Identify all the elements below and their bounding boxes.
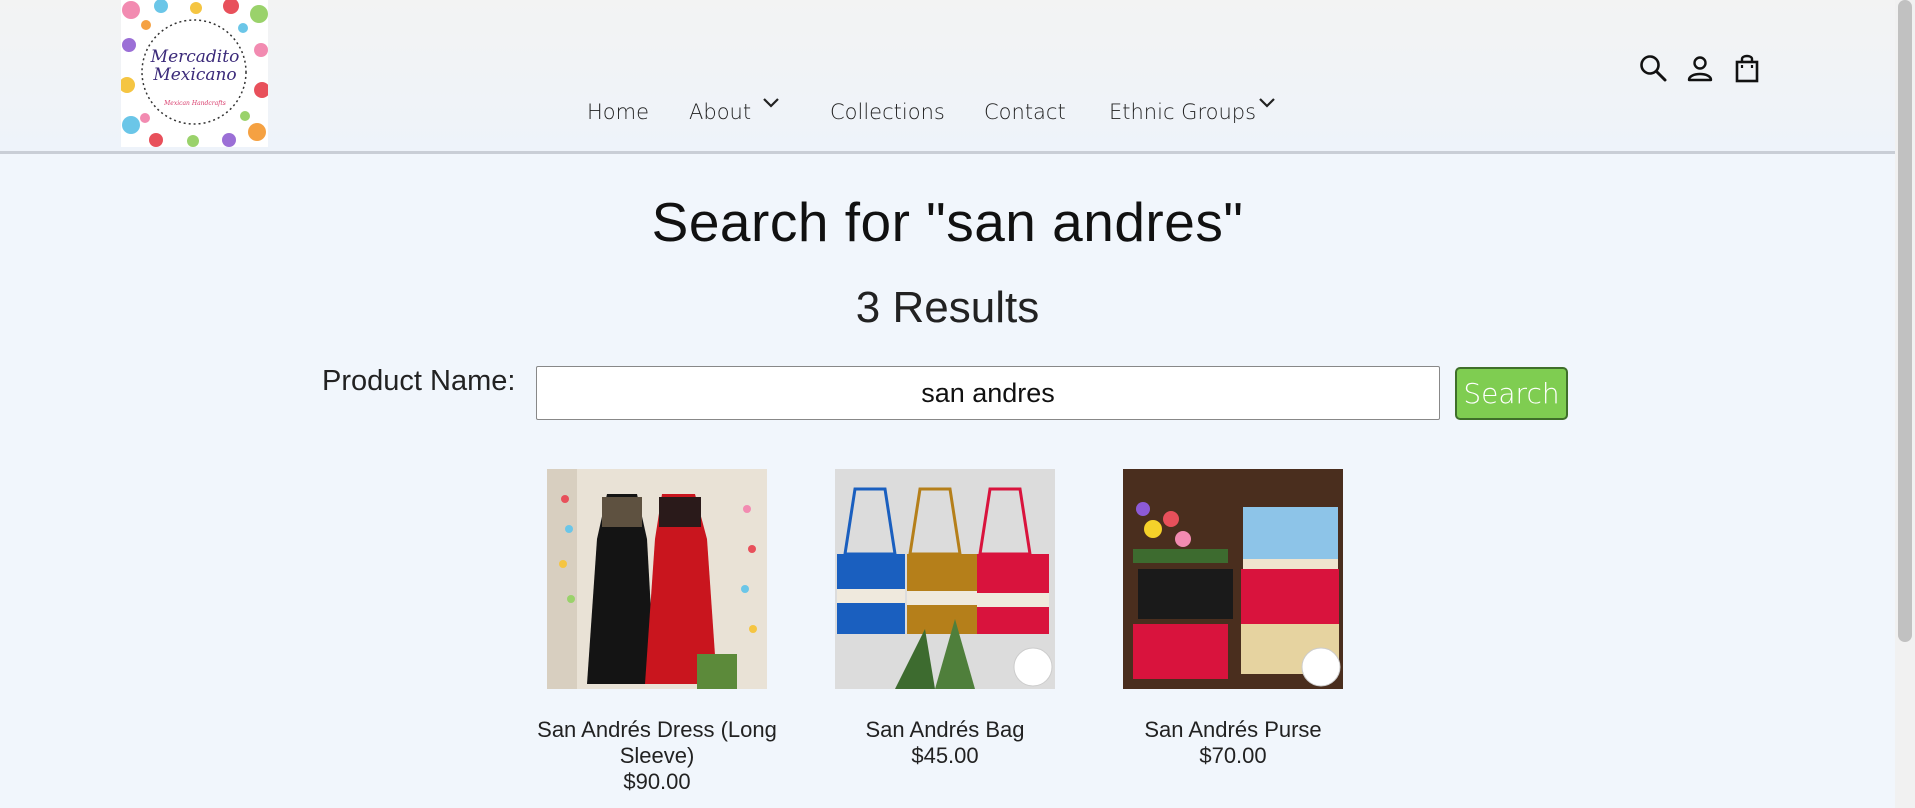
- nav-home-label: Home: [587, 100, 650, 124]
- product-price: $45.00: [911, 743, 979, 768]
- product-card-dress[interactable]: San Andrés Dress (Long Sleeve) $90.00: [522, 469, 792, 795]
- cart-icon[interactable]: [1731, 52, 1763, 84]
- page-scrollbar[interactable]: [1895, 0, 1915, 808]
- product-price: $90.00: [623, 769, 691, 794]
- nav-about[interactable]: About: [689, 98, 779, 124]
- nav-contact-label: Contact: [984, 100, 1066, 124]
- product-image[interactable]: [1123, 469, 1343, 689]
- product-card-purse[interactable]: San Andrés Purse $70.00: [1098, 469, 1368, 769]
- nav-home[interactable]: Home: [587, 100, 649, 124]
- chevron-down-icon[interactable]: [1257, 96, 1277, 110]
- product-card-bag[interactable]: San Andrés Bag $45.00: [810, 469, 1080, 769]
- nav-ethnic-groups-label: Ethnic Groups: [1109, 100, 1257, 124]
- product-name[interactable]: San Andrés Dress (Long Sleeve): [522, 717, 792, 769]
- nav-about-label: About: [689, 100, 752, 124]
- scrollbar-thumb[interactable]: [1898, 0, 1912, 642]
- product-name[interactable]: San Andrés Purse: [1098, 717, 1368, 743]
- nav-collections[interactable]: Collections: [830, 100, 945, 124]
- bag-image: [835, 469, 1055, 689]
- product-price: $70.00: [1199, 743, 1267, 768]
- product-name-label: Product Name:: [322, 365, 516, 397]
- chevron-down-icon[interactable]: [761, 96, 781, 110]
- product-name[interactable]: San Andrés Bag: [810, 717, 1080, 743]
- logo-text: Mercadito Mexicano: [150, 47, 240, 85]
- search-button[interactable]: Search: [1455, 367, 1568, 420]
- results-count: 3 Results: [855, 283, 1040, 332]
- product-image[interactable]: [835, 469, 1055, 689]
- purse-image: [1123, 469, 1343, 689]
- main-nav: Home About Collections Contact Ethnic Gr…: [0, 98, 1895, 130]
- search-icon[interactable]: [1637, 52, 1669, 84]
- nav-collections-label: Collections: [830, 100, 945, 124]
- nav-ethnic-groups[interactable]: Ethnic Groups: [1109, 98, 1275, 124]
- product-image[interactable]: [547, 469, 767, 689]
- dress-image: [547, 469, 767, 689]
- site-header: Mercadito Mexicano Mexican Handcrafts Ho…: [0, 0, 1895, 154]
- account-icon[interactable]: [1684, 52, 1716, 84]
- search-input[interactable]: [536, 366, 1440, 420]
- nav-contact[interactable]: Contact: [984, 100, 1066, 124]
- page-title: Search for "san andres": [651, 191, 1244, 253]
